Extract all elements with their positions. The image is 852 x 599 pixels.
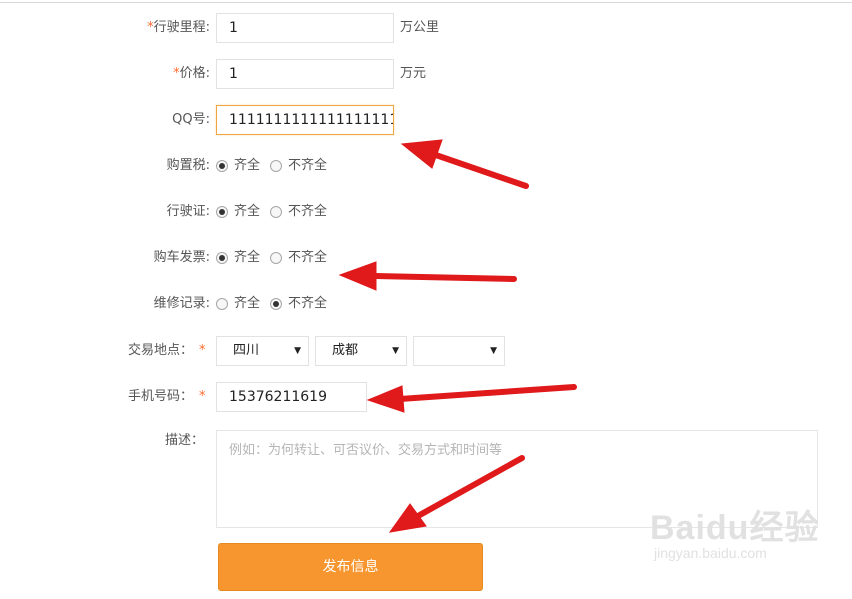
- maintenance-complete-radio[interactable]: [216, 298, 228, 310]
- mileage-input[interactable]: 1: [216, 13, 394, 43]
- chevron-down-icon: ▼: [294, 346, 301, 356]
- driving-license-complete-label[interactable]: 齐全: [234, 205, 260, 219]
- location-label: 交易地点： *: [128, 343, 206, 358]
- annotation-arrow-invoice: [372, 273, 517, 282]
- price-unit: 万元: [400, 66, 427, 81]
- driving-license-complete-radio[interactable]: [216, 206, 228, 218]
- watermark-logo: Baidu经验: [650, 509, 820, 547]
- purchase-tax-incomplete-radio[interactable]: [270, 160, 282, 172]
- phone-label: 手机号码： *: [128, 389, 206, 404]
- purchase-tax-label: 购置税:: [166, 158, 210, 173]
- maintenance-complete-label[interactable]: 齐全: [234, 297, 260, 311]
- city-select[interactable]: 成都 ▼: [315, 336, 407, 366]
- invoice-incomplete-label[interactable]: 不齐全: [288, 251, 327, 265]
- chevron-down-icon: ▼: [392, 346, 399, 356]
- qq-input[interactable]: 1111111111111111111: [216, 105, 394, 135]
- top-divider: [0, 2, 852, 3]
- phone-input[interactable]: 15376211619: [216, 382, 367, 412]
- description-label: 描述：: [165, 433, 205, 448]
- driving-license-radio-group: 齐全 不齐全: [216, 205, 346, 223]
- province-select-value: 四川: [233, 343, 260, 358]
- price-input[interactable]: 1: [216, 59, 394, 89]
- qq-label: QQ号:: [172, 112, 210, 127]
- baidu-jingyan-watermark: Baidu经验 jingyan.baidu.com: [650, 500, 819, 561]
- invoice-complete-radio[interactable]: [216, 252, 228, 264]
- district-select[interactable]: ▼: [413, 336, 505, 366]
- province-select[interactable]: 四川 ▼: [216, 336, 309, 366]
- invoice-label: 购车发票:: [153, 250, 210, 265]
- annotation-arrow-qq: [427, 150, 529, 189]
- driving-license-label: 行驶证:: [166, 204, 210, 219]
- publish-button[interactable]: 发布信息: [218, 543, 483, 591]
- chevron-down-icon: ▼: [490, 346, 497, 356]
- mileage-label: *行驶里程:: [147, 20, 210, 35]
- purchase-tax-complete-radio[interactable]: [216, 160, 228, 172]
- purchase-tax-radio-group: 齐全 不齐全: [216, 159, 346, 177]
- city-select-value: 成都: [332, 343, 359, 358]
- annotation-arrow-phone: [397, 384, 577, 402]
- invoice-radio-group: 齐全 不齐全: [216, 251, 346, 269]
- qq-input-value: 1111111111111111111: [229, 112, 394, 128]
- maintenance-label: 维修记录:: [153, 296, 210, 311]
- maintenance-radio-group: 齐全 不齐全: [216, 297, 346, 315]
- driving-license-incomplete-label[interactable]: 不齐全: [288, 205, 327, 219]
- invoice-incomplete-radio[interactable]: [270, 252, 282, 264]
- invoice-complete-label[interactable]: 齐全: [234, 251, 260, 265]
- price-label: *价格:: [173, 66, 210, 81]
- purchase-tax-incomplete-label[interactable]: 不齐全: [288, 159, 327, 173]
- purchase-tax-complete-label[interactable]: 齐全: [234, 159, 260, 173]
- annotation-arrow-phone-head: [366, 385, 405, 413]
- maintenance-incomplete-radio[interactable]: [270, 298, 282, 310]
- driving-license-incomplete-radio[interactable]: [270, 206, 282, 218]
- annotation-arrow-qq-head: [400, 139, 443, 169]
- maintenance-incomplete-label[interactable]: 不齐全: [288, 297, 327, 311]
- mileage-unit: 万公里: [400, 20, 440, 35]
